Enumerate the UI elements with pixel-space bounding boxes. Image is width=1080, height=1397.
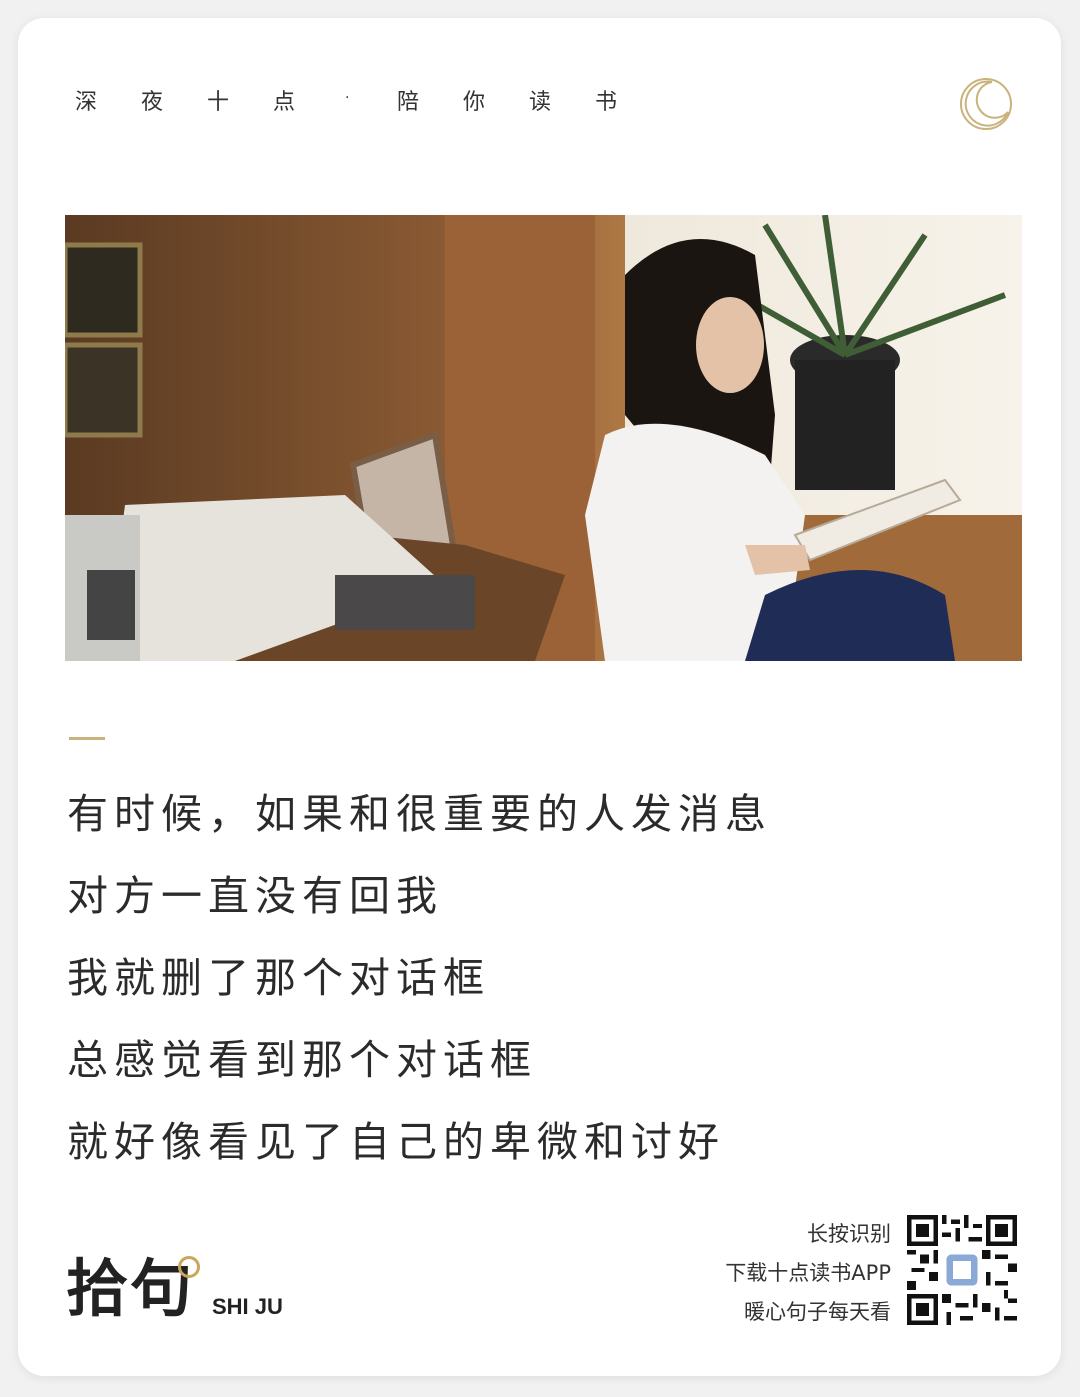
quote-line: 总感觉看到那个对话框: [67, 1036, 537, 1084]
brand-char: 读: [529, 90, 552, 115]
quote-line: 我就删了那个对话框: [67, 954, 490, 1002]
promo-line: 下载十点读书APP: [725, 1261, 891, 1285]
brand-char: 夜: [141, 90, 164, 115]
quote-line: 就好像看见了自己的卑微和讨好: [67, 1118, 725, 1166]
header-brand-line: 深 夜 十 点 · 陪 你 读 书: [75, 84, 661, 116]
quote-line: 对方一直没有回我: [67, 872, 443, 920]
quote-text: 有时候，如果和很重要的人发消息 对方一直没有回我 我就删了那个对话框 总感觉看到…: [67, 784, 772, 1194]
promo-line: 暖心句子每天看: [744, 1300, 891, 1324]
promo-line: 长按识别: [807, 1222, 891, 1246]
qr-code-icon[interactable]: [907, 1215, 1017, 1325]
logo-chinese: 拾句: [66, 1252, 195, 1325]
moon-icon: [960, 78, 1012, 130]
brand-char: 陪: [397, 90, 420, 115]
logo-ring-icon: [178, 1256, 200, 1278]
shiju-logo: 拾句 SHI JU: [66, 1254, 306, 1334]
quote-card: 深 夜 十 点 · 陪 你 读 书 有时候，如果和很重要的人发消息 对方一直没有…: [18, 18, 1061, 1376]
brand-char: 十: [207, 90, 230, 115]
app-promo: 长按识别 下载十点读书APP 暖心句子每天看: [725, 1215, 891, 1332]
logo-english: SHI JU: [212, 1294, 283, 1319]
brand-char: 深: [75, 90, 98, 115]
quote-line: 有时候，如果和很重要的人发消息: [67, 790, 772, 838]
brand-char: 点: [273, 90, 296, 115]
gold-divider: [69, 737, 105, 740]
brand-char: 书: [595, 90, 618, 115]
hero-photo: [65, 215, 1022, 661]
brand-char: 你: [463, 90, 486, 115]
brand-separator: ·: [345, 90, 350, 106]
